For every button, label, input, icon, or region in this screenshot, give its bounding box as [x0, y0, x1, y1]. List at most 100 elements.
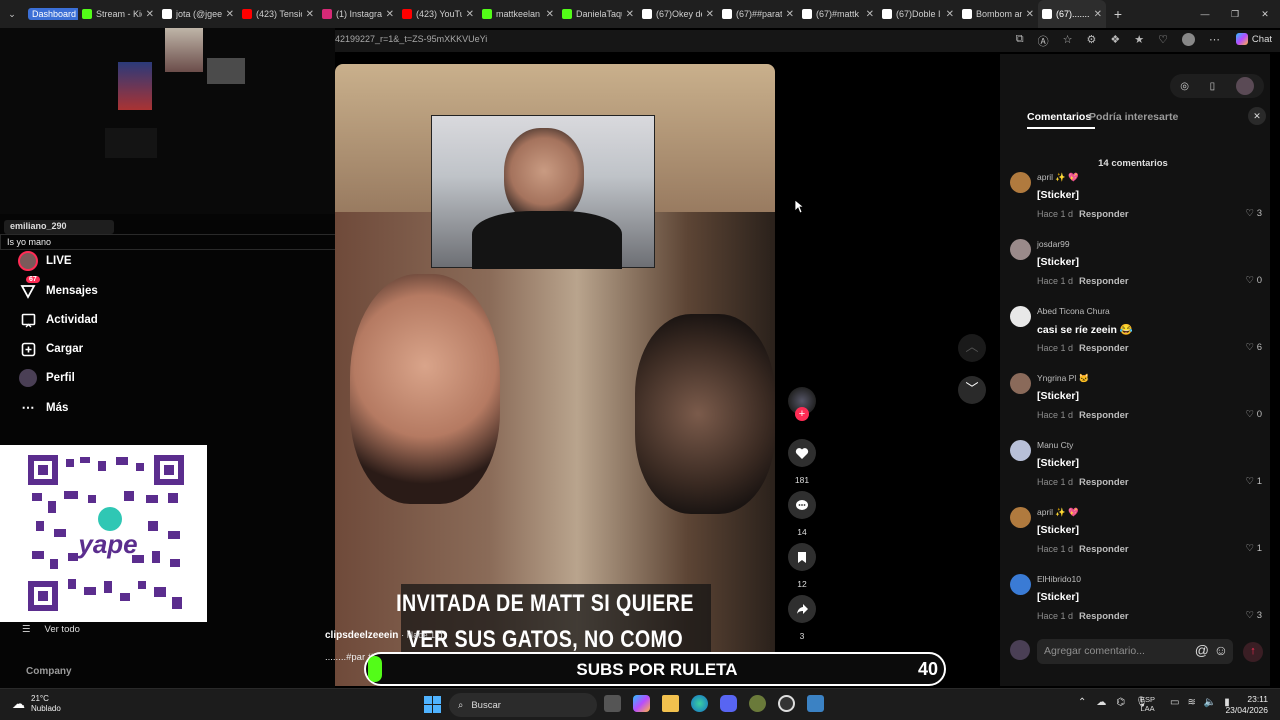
- maximize-button[interactable]: ❐: [1220, 0, 1250, 28]
- reply-button[interactable]: Responder: [1079, 544, 1129, 555]
- commenter-name[interactable]: april ✨ 💖: [1037, 172, 1079, 183]
- user-avatar[interactable]: [1235, 77, 1254, 95]
- like-button[interactable]: 181: [788, 439, 816, 485]
- browser-tab[interactable]: (67)........ #p ✕: [1038, 0, 1106, 28]
- sidebar-item-mas[interactable]: ⋯ Más: [18, 398, 69, 418]
- start-button[interactable]: [424, 696, 441, 713]
- tab-close-icon[interactable]: ✕: [786, 9, 794, 20]
- browser-tab[interactable]: (67)##parat ✕: [718, 0, 798, 28]
- obs-icon[interactable]: [778, 695, 795, 712]
- commenter-name[interactable]: josdar99: [1037, 239, 1070, 249]
- commenter-avatar[interactable]: [1010, 440, 1031, 461]
- browser-tab[interactable]: (423) Tensio ✕: [238, 0, 318, 28]
- new-tab-button[interactable]: +: [1106, 0, 1130, 28]
- reply-button[interactable]: Responder: [1079, 209, 1129, 220]
- reply-button[interactable]: Responder: [1079, 343, 1129, 354]
- browser-tab[interactable]: (67)Doble I ✕: [878, 0, 958, 28]
- comment-input[interactable]: Agregar comentario... @ ☺: [1037, 639, 1233, 664]
- game-app-icon[interactable]: [749, 695, 766, 712]
- minimize-button[interactable]: —: [1190, 0, 1220, 28]
- browser-tab[interactable]: (67)#mattk ✕: [798, 0, 878, 28]
- tab-dashboard[interactable]: Dashboard: [24, 0, 78, 28]
- tab-close-icon[interactable]: ✕: [1026, 9, 1034, 20]
- onedrive-icon[interactable]: ☁: [1096, 697, 1106, 708]
- app-tool-icon[interactable]: [807, 695, 824, 712]
- sidebar-item-perfil[interactable]: Perfil: [18, 368, 75, 388]
- previous-video-button[interactable]: ︿: [958, 334, 986, 362]
- browser-essentials-icon[interactable]: ♡: [1158, 33, 1168, 49]
- commenter-avatar[interactable]: [1010, 239, 1031, 260]
- tab-list-chevron-icon[interactable]: ⌄: [0, 0, 24, 28]
- taskbar-search[interactable]: ⌕ Buscar: [449, 693, 597, 717]
- translate-icon[interactable]: Ⓐ: [1038, 33, 1049, 49]
- collections-icon[interactable]: ❖: [1110, 33, 1120, 49]
- quick-settings[interactable]: ▭ ≋ 🔈 ▮: [1170, 697, 1230, 708]
- emoji-icon[interactable]: ☺: [1214, 642, 1228, 658]
- bookmarks-icon[interactable]: ★: [1134, 33, 1144, 49]
- company-section-title[interactable]: Company: [26, 666, 72, 677]
- video-player[interactable]: INVITADA DE MATT SI QUIERE VER SUS GATOS…: [335, 64, 775, 686]
- tab-close-icon[interactable]: ✕: [1094, 9, 1102, 20]
- tab-comentarios[interactable]: Comentarios: [1027, 111, 1091, 123]
- comment-like-button[interactable]: ♡ 0: [1246, 409, 1262, 420]
- browser-tab[interactable]: mattkeelan ✕: [478, 0, 558, 28]
- tab-close-icon[interactable]: ✕: [546, 9, 554, 20]
- commenter-avatar[interactable]: [1010, 306, 1031, 327]
- comment-like-button[interactable]: ♡ 1: [1246, 476, 1262, 487]
- commenter-name[interactable]: Manu Cty: [1037, 440, 1073, 450]
- mention-icon[interactable]: @: [1195, 642, 1209, 658]
- next-video-button[interactable]: ﹀: [958, 376, 986, 404]
- copilot-chat-button[interactable]: Chat: [1235, 33, 1272, 45]
- tab-close-icon[interactable]: ✕: [146, 9, 154, 20]
- more-options-icon[interactable]: ⋯: [1209, 33, 1220, 49]
- save-button[interactable]: 12: [788, 543, 816, 589]
- browser-tab[interactable]: jota (@jgee ✕: [158, 0, 238, 28]
- tab-close-icon[interactable]: ✕: [626, 9, 634, 20]
- favorite-star-icon[interactable]: ☆: [1063, 33, 1073, 49]
- comment-like-button[interactable]: ♡ 3: [1246, 208, 1262, 219]
- comment-like-button[interactable]: ♡ 3: [1246, 610, 1262, 621]
- comment-like-button[interactable]: ♡ 1: [1246, 543, 1262, 554]
- share-button[interactable]: 3: [788, 595, 816, 641]
- account-avatar[interactable]: [1182, 33, 1195, 46]
- sidebar-item-live[interactable]: LIVE: [18, 251, 72, 271]
- video-author[interactable]: clipsdeelzeeein · Hace 1 d: [325, 630, 443, 641]
- sidebar-item-actividad[interactable]: Actividad: [18, 310, 98, 330]
- commenter-avatar[interactable]: [1010, 172, 1031, 193]
- reply-button[interactable]: Responder: [1079, 276, 1129, 287]
- commenter-name[interactable]: ElHibrido10: [1037, 574, 1081, 584]
- sidebar-item-mensajes[interactable]: 67 Mensajes: [18, 276, 98, 301]
- weather-widget[interactable]: ☁ 21°C Nublado: [12, 694, 61, 714]
- close-window-button[interactable]: ✕: [1250, 0, 1280, 28]
- commenter-name[interactable]: april ✨ 💖: [1037, 507, 1079, 518]
- tab-close-icon[interactable]: ✕: [226, 9, 234, 20]
- commenter-name[interactable]: Abed Ticona Chura: [1037, 306, 1110, 316]
- file-explorer-icon[interactable]: [662, 695, 679, 712]
- browser-tab[interactable]: Stream - Kic ✕: [78, 0, 158, 28]
- creator-avatar-button[interactable]: +: [788, 387, 816, 421]
- reply-button[interactable]: Responder: [1079, 410, 1129, 421]
- browser-tab[interactable]: DanielaTaqu ✕: [558, 0, 638, 28]
- browser-tab[interactable]: Bombom an ✕: [958, 0, 1038, 28]
- tray-overflow-icon[interactable]: ⌃: [1078, 697, 1086, 708]
- browser-tab[interactable]: (67)Okey de ✕: [638, 0, 718, 28]
- discord-icon[interactable]: [720, 695, 737, 712]
- phone-icon[interactable]: ▯: [1210, 81, 1216, 92]
- commenter-avatar[interactable]: [1010, 373, 1031, 394]
- follow-plus-icon[interactable]: +: [795, 407, 809, 421]
- close-comments-button[interactable]: ✕: [1248, 107, 1266, 125]
- tab-close-icon[interactable]: ✕: [866, 9, 874, 20]
- commenter-name[interactable]: Yngrina Pl 🐱: [1037, 373, 1089, 384]
- sidebar-item-cargar[interactable]: Cargar: [18, 339, 83, 359]
- tab-podria-interesarte[interactable]: Podría interesarte: [1089, 111, 1178, 123]
- comment-like-button[interactable]: ♡ 0: [1246, 275, 1262, 286]
- task-view-icon[interactable]: [604, 695, 621, 712]
- extensions-icon[interactable]: ⚙: [1087, 33, 1097, 49]
- tab-close-icon[interactable]: ✕: [466, 9, 474, 20]
- compass-icon[interactable]: ◎: [1180, 81, 1189, 92]
- browser-tab[interactable]: (1) Instagran ✕: [318, 0, 398, 28]
- clock[interactable]: 23:11 23/04/2026: [1224, 694, 1268, 716]
- reply-button[interactable]: Responder: [1079, 477, 1129, 488]
- see-all-link[interactable]: ☰ Ver todo: [22, 624, 80, 635]
- language-indicator[interactable]: ESP LAA: [1140, 695, 1155, 713]
